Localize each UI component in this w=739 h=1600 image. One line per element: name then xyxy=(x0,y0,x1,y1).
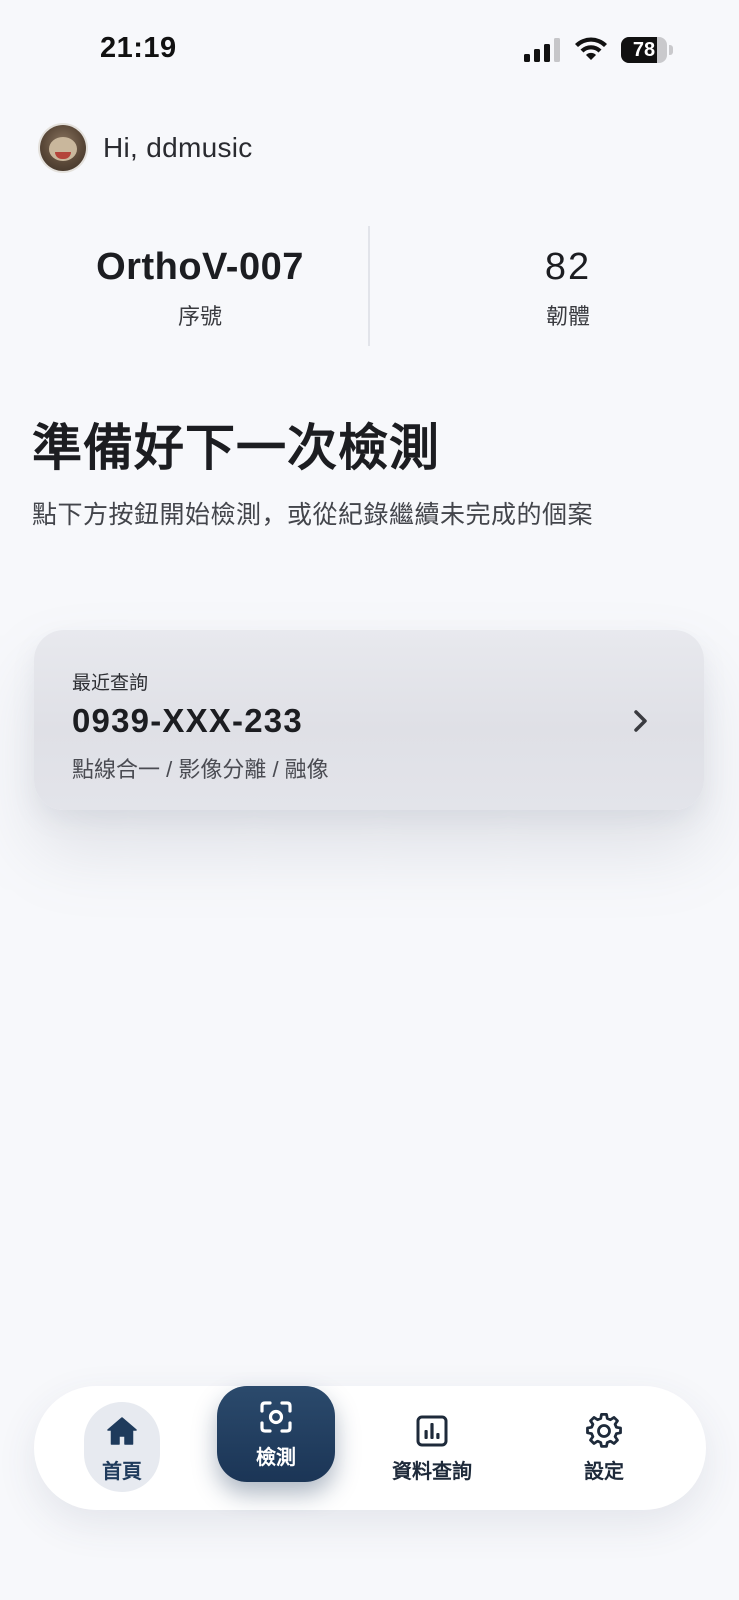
battery-level: 78 xyxy=(632,39,656,61)
avatar[interactable] xyxy=(40,125,86,171)
tab-detect[interactable]: 檢測 xyxy=(217,1386,335,1482)
stats-divider xyxy=(368,226,370,346)
recent-query-phone: 0939-XXX-233 xyxy=(72,702,303,739)
serial-stat: OrthoV-007 序號 xyxy=(30,226,370,331)
signal-icon xyxy=(524,38,560,62)
gear-icon xyxy=(586,1412,622,1448)
recent-query-methods: 點線合一 / 影像分離 / 融像 xyxy=(72,757,329,782)
status-time: 21:19 xyxy=(100,32,177,64)
recent-query-card[interactable]: 最近查詢 0939-XXX-233 點線合一 / 影像分離 / 融像 xyxy=(34,630,704,810)
recent-query-label: 最近查詢 xyxy=(72,673,149,694)
tab-settings-label: 設定 xyxy=(584,1460,624,1483)
tab-bar: 首頁 檢測 資料查詢 設定 xyxy=(34,1386,706,1510)
status-bar: 21:19 78 xyxy=(0,0,739,100)
chart-icon xyxy=(416,1415,448,1446)
firmware-value: 82 xyxy=(544,246,592,288)
battery-icon: 78 xyxy=(621,37,673,63)
page-title: 準備好下一次檢測 xyxy=(32,420,440,476)
device-stats: OrthoV-007 序號 82 韌體 xyxy=(30,226,710,346)
scan-icon xyxy=(260,1400,292,1433)
tab-home[interactable]: 首頁 xyxy=(84,1386,160,1510)
tab-data-query[interactable]: 資料查詢 xyxy=(382,1386,482,1510)
greeting: Hi, ddmusic xyxy=(40,124,253,172)
greeting-text: Hi, ddmusic xyxy=(103,132,253,163)
firmware-stat: 82 韌體 xyxy=(398,226,738,331)
tab-detect-label: 檢測 xyxy=(256,1446,296,1469)
home-icon xyxy=(107,1416,137,1445)
firmware-label: 韌體 xyxy=(545,304,590,329)
tab-data-query-label: 資料查詢 xyxy=(392,1460,472,1483)
page-subtitle: 點下方按鈕開始檢測，或從紀錄繼續未完成的個案 xyxy=(32,501,594,529)
wifi-icon xyxy=(575,37,607,60)
tab-home-label: 首頁 xyxy=(102,1460,142,1483)
serial-value: OrthoV-007 xyxy=(96,246,304,288)
chevron-right-icon xyxy=(634,710,647,732)
tab-settings[interactable]: 設定 xyxy=(564,1386,644,1510)
serial-label: 序號 xyxy=(177,304,222,329)
